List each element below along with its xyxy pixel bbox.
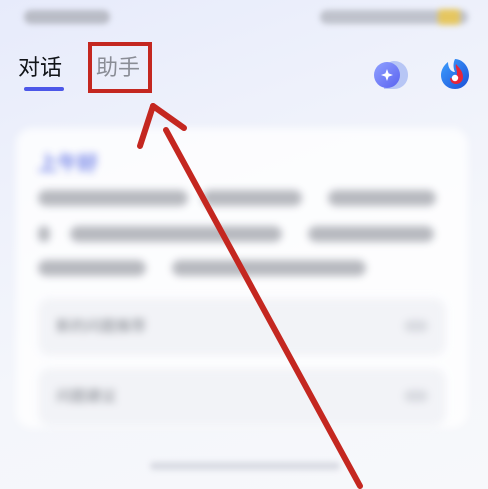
suggestion-item[interactable]: 新的问题推荐 [38,298,446,356]
suggestion-item-label: 问题建议 [56,387,117,405]
greeting-title: 上午好 [38,151,98,175]
tab-chat-active-indicator [24,87,64,91]
text-line [38,190,188,206]
chevron-right-icon [404,320,428,332]
text-line [328,190,436,206]
new-chat-icon[interactable] [372,58,410,92]
bottom-indicator [150,462,340,470]
text-line [38,260,146,276]
suggestion-item[interactable]: 问题建议 [38,368,446,426]
app-logo-icon[interactable] [437,56,473,92]
chevron-right-icon [404,390,428,402]
blurred-content-card: 上午好 新的问题推荐 问题建议 [16,128,468,428]
status-bar [0,0,488,34]
battery-icon [438,9,460,25]
status-time-placeholder [24,10,110,24]
text-line [38,226,50,242]
text-line [70,226,282,242]
text-line [202,190,302,206]
text-line [308,226,434,242]
annotation-highlight-box [88,42,152,93]
suggestion-item-label: 新的问题推荐 [56,317,147,335]
tab-chat[interactable]: 对话 [18,54,62,84]
text-line [172,260,366,276]
